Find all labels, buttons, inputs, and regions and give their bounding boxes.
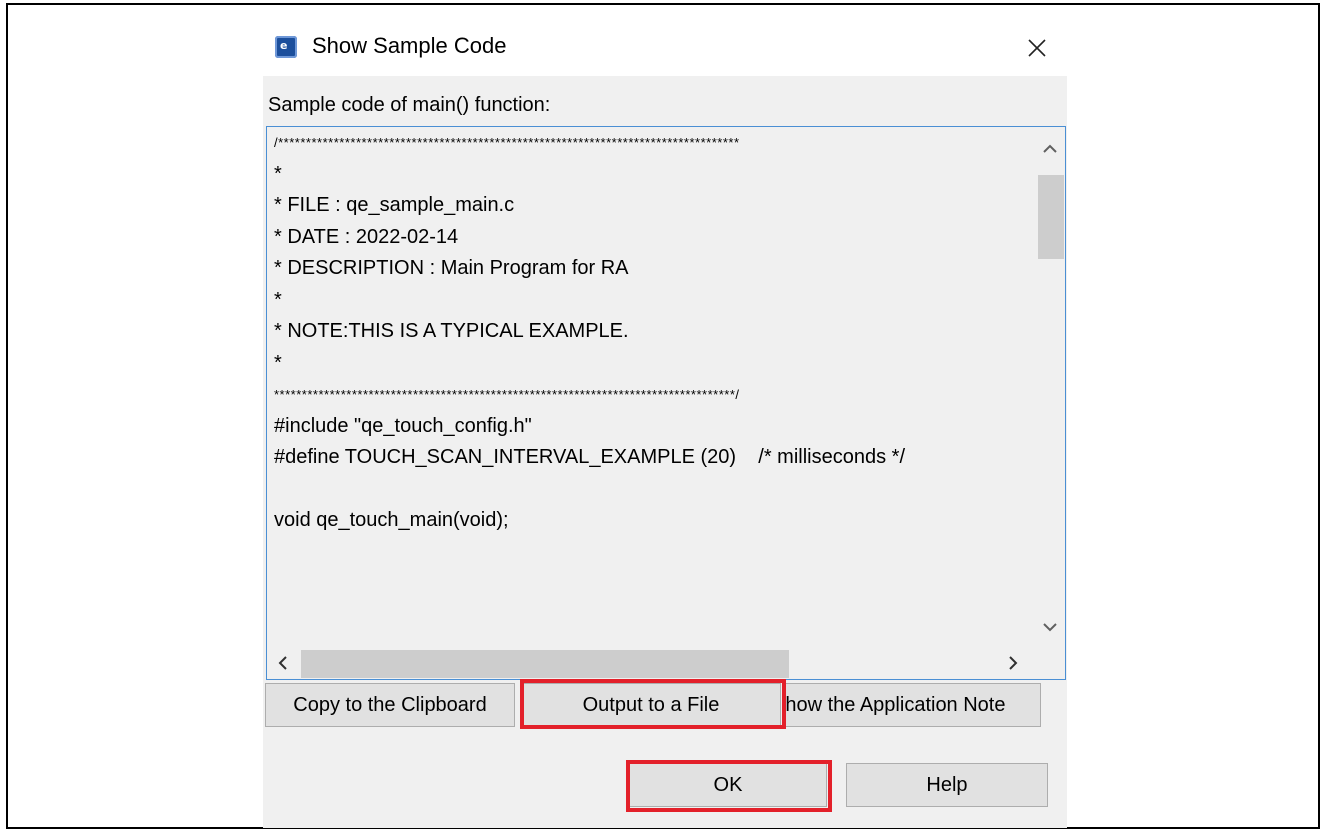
- title-bar: e Show Sample Code: [263, 16, 1067, 76]
- code-line: #define TOUCH_SCAN_INTERVAL_EXAMPLE (20)…: [274, 446, 905, 468]
- horizontal-scroll-thumb[interactable]: [301, 650, 789, 678]
- sample-code-textarea[interactable]: /***************************************…: [266, 126, 1066, 680]
- copy-to-clipboard-button[interactable]: Copy to the Clipboard: [265, 683, 515, 727]
- vertical-scrollbar[interactable]: [1034, 127, 1065, 647]
- e2-studio-icon: e: [275, 36, 297, 58]
- vertical-scroll-thumb[interactable]: [1038, 175, 1064, 259]
- code-line: * DESCRIPTION : Main Program for RA: [274, 257, 629, 279]
- horizontal-scrollbar[interactable]: [267, 647, 1034, 679]
- close-icon: [1028, 39, 1046, 57]
- ok-button[interactable]: OK: [629, 763, 827, 807]
- code-line: *: [274, 351, 282, 374]
- show-application-note-label: Show the Application Note: [783, 693, 1006, 716]
- code-line: * DATE : 2022-02-14: [274, 225, 459, 248]
- code-line: ****************************************…: [274, 387, 740, 402]
- show-sample-code-dialog: e Show Sample Code Sample code of main()…: [263, 16, 1067, 828]
- help-button[interactable]: Help: [846, 763, 1048, 807]
- code-line: *: [274, 162, 282, 185]
- code-line: void qe_touch_main(void);: [274, 509, 509, 531]
- code-content: /***************************************…: [274, 127, 1034, 647]
- scroll-left-icon[interactable]: [273, 653, 293, 673]
- output-to-file-button[interactable]: Output to a File: [521, 683, 781, 727]
- scroll-down-icon[interactable]: [1040, 617, 1060, 637]
- code-line: /***************************************…: [274, 135, 740, 150]
- code-line: * NOTE:THIS IS A TYPICAL EXAMPLE.: [274, 320, 629, 342]
- code-line: *: [274, 288, 282, 311]
- scroll-right-icon[interactable]: [1003, 653, 1023, 673]
- close-button[interactable]: [1021, 32, 1053, 64]
- scroll-up-icon[interactable]: [1040, 139, 1060, 159]
- code-line: #include "qe_touch_config.h": [274, 414, 532, 437]
- dialog-title: Show Sample Code: [312, 33, 507, 58]
- show-application-note-button[interactable]: Show the Application Note: [783, 683, 1041, 727]
- code-line: * FILE : qe_sample_main.c: [274, 194, 515, 216]
- code-caption: Sample code of main() function:: [268, 94, 551, 116]
